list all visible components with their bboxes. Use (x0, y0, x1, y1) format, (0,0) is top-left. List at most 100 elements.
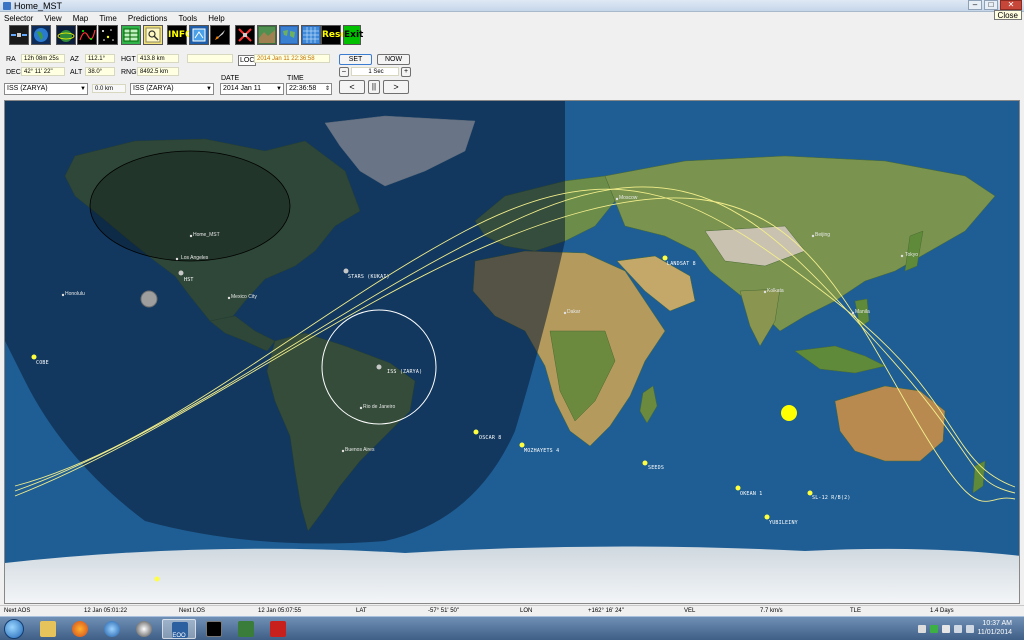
menu-map[interactable]: Map (69, 13, 93, 24)
honolulu-dot (61, 293, 65, 297)
network-icon[interactable] (954, 625, 962, 633)
file-explorer-taskbar[interactable] (34, 619, 62, 639)
world-map-canvas (5, 101, 1020, 604)
minimize-button[interactable]: – (968, 0, 982, 10)
tokyo-label: Tokyo (905, 252, 919, 258)
delete-satellite-icon[interactable] (235, 25, 255, 45)
globe-icon[interactable] (31, 25, 51, 45)
reset-button[interactable]: Reset (321, 25, 351, 45)
step-value: 1 Sec (351, 67, 399, 76)
menu-predictions[interactable]: Predictions (124, 13, 172, 24)
rocket-icon[interactable] (210, 25, 230, 45)
date-heading: DATE (221, 75, 240, 82)
maximize-button[interactable]: □ (984, 0, 998, 10)
chevron-up-icon[interactable] (918, 625, 926, 633)
mozhayets-4-marker[interactable] (519, 442, 525, 448)
manila-dot (851, 311, 855, 315)
moon-icon[interactable] (140, 290, 158, 308)
terrain-map-icon[interactable] (257, 25, 277, 45)
starmap-icon (206, 621, 222, 637)
satellite-icon[interactable] (9, 25, 29, 45)
landsat-8-marker[interactable] (662, 255, 668, 261)
menu-selector[interactable]: Selector (0, 13, 37, 24)
step-decrease-button[interactable]: – (339, 67, 349, 77)
browser-taskbar[interactable] (98, 619, 126, 639)
seeds-marker[interactable] (642, 460, 648, 466)
display-settings-icon[interactable] (189, 25, 209, 45)
oscar-8-label: OSCAR 8 (479, 435, 502, 441)
app-icon (3, 2, 11, 10)
volume-icon[interactable] (966, 625, 974, 633)
app-window: Home_MST – □ ✕ Close Selector View Map T… (0, 0, 1024, 640)
ground-track-icon[interactable] (77, 25, 97, 45)
cobe-marker[interactable] (31, 354, 37, 360)
satellite-select-secondary-value: ISS (ZARYA) (133, 85, 174, 92)
moscow-dot (615, 197, 619, 201)
spinner-icon: ⇕ (324, 86, 330, 92)
search-database-icon[interactable] (143, 25, 163, 45)
exit-button[interactable]: Exit (343, 25, 363, 45)
iss-marker[interactable] (376, 364, 382, 370)
antarctic-satellite-marker[interactable] (154, 576, 160, 582)
status-bar: Next AOS 12 Jan 05:01:22 Next LOS 12 Jan… (0, 605, 1024, 616)
world-map-icon[interactable] (279, 25, 299, 45)
date-picker[interactable]: 2014 Jan 11 ▼ (220, 83, 284, 95)
kolkata-label: Kolkata (767, 288, 784, 294)
title-bar: Home_MST – □ ✕ (0, 0, 1024, 12)
dec-value: 42° 11' 22" (21, 67, 65, 76)
menu-bar: Selector View Map Time Predictions Tools… (0, 12, 1024, 23)
step-forward-button[interactable]: > (383, 80, 409, 94)
filezilla-taskbar[interactable] (264, 619, 292, 639)
satellite-select-primary[interactable]: ISS (ZARYA) ▼ (4, 83, 88, 95)
earth-viewer-taskbar[interactable] (232, 619, 260, 639)
close-button[interactable]: ✕ (1000, 0, 1022, 10)
rio-de-janeiro-label: Rio de Janeiro (363, 404, 396, 410)
menu-time[interactable]: Time (95, 13, 120, 24)
security-icon[interactable] (930, 625, 938, 633)
system-tray: 10:37 AM 11/01/2014 (910, 619, 1020, 639)
rio-de-janeiro-dot (359, 406, 363, 410)
iss-label: ISS (ZARYA) (387, 369, 423, 375)
okean-1-marker[interactable] (735, 485, 741, 491)
dakar-dot (563, 311, 567, 315)
eoo-taskbar[interactable]: EOO (162, 619, 196, 639)
manila-label: Manila (855, 309, 870, 315)
step-back-button[interactable]: < (339, 80, 365, 94)
starmap-taskbar[interactable] (200, 619, 228, 639)
stars-kukai-marker[interactable] (343, 268, 349, 274)
media-player-taskbar[interactable] (130, 619, 158, 639)
grid-map-icon[interactable] (301, 25, 321, 45)
los-angeles-dot (175, 257, 179, 261)
info-button[interactable]: INFO (167, 25, 193, 45)
menu-view[interactable]: View (40, 13, 65, 24)
firefox-icon (72, 621, 88, 637)
okean-1-label: OKEAN 1 (740, 491, 763, 497)
clock-time[interactable]: 10:37 AM (982, 620, 1012, 627)
firefox-taskbar[interactable] (66, 619, 94, 639)
home-mst-label: Home_MST (193, 232, 220, 238)
world-map[interactable]: ISS (ZARYA) HST STARS (KUKAI) COBE LANDS… (4, 100, 1020, 604)
ra-label: RA (6, 56, 16, 63)
night-edge (1000, 201, 1020, 604)
spreadsheet-icon[interactable] (121, 25, 141, 45)
hst-marker[interactable] (178, 270, 184, 276)
menu-tools[interactable]: Tools (175, 13, 202, 24)
oscar-8-marker[interactable] (473, 429, 479, 435)
earth-orbit-icon[interactable] (56, 25, 76, 45)
menu-help[interactable]: Help (204, 13, 228, 24)
step-increase-button[interactable]: + (401, 67, 411, 77)
chevron-down-icon: ▼ (80, 86, 86, 92)
sun-icon[interactable] (781, 405, 797, 421)
az-value: 112.1° (85, 54, 115, 63)
yubileiny-marker[interactable] (764, 514, 770, 520)
flag-icon[interactable] (942, 625, 950, 633)
starfield-icon[interactable] (98, 25, 118, 45)
pause-button[interactable]: || (368, 80, 380, 94)
now-button[interactable]: NOW (377, 54, 410, 65)
start-button[interactable] (4, 619, 24, 639)
time-picker[interactable]: 22:36:58 ⇕ (286, 83, 332, 95)
set-button[interactable]: SET (339, 54, 372, 65)
loc-value: 2014 Jan 11 22:36:58 (254, 54, 330, 63)
satellite-select-secondary[interactable]: ISS (ZARYA) ▼ (130, 83, 214, 95)
clock-date[interactable]: 11/01/2014 (977, 629, 1012, 636)
